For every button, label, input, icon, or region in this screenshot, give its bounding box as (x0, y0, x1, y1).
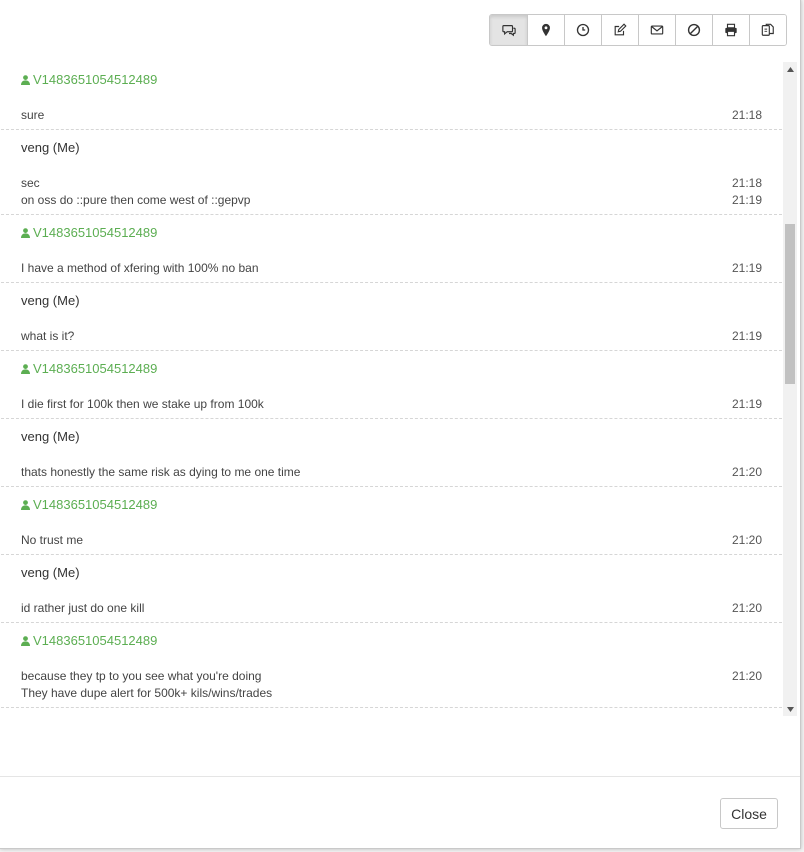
message-time: 21:19 (731, 192, 762, 207)
chat-log-modal: V1483651054512489 sure 21:18 veng (Me) sec 21… (0, 0, 801, 849)
sender-label: V1483651054512489 (33, 497, 158, 512)
triangle-up-icon (786, 66, 794, 72)
sender-label: V1483651054512489 (33, 72, 158, 87)
user-icon (21, 74, 33, 85)
message-time: 21:20 (731, 464, 762, 479)
sender-name-me: veng (Me) (21, 555, 762, 581)
sender-name-me: veng (Me) (21, 419, 762, 445)
message-group: V1483651054512489 sure 21:18 (1, 62, 782, 130)
message-group: V1483651054512489 I die first for 100k th… (1, 351, 782, 419)
message-text: sec (21, 175, 40, 190)
close-button[interactable]: Close (720, 798, 778, 829)
message-line: They have dupe alert for 500k+ kils/wins… (21, 684, 762, 701)
message-group: V1483651054512489 because they tp to you … (1, 623, 782, 708)
envelope-icon (650, 25, 664, 35)
message-text: thats honestly the same risk as dying to… (21, 464, 301, 479)
message-group: V1483651054512489 No trust me 21:20 (1, 487, 782, 555)
sender-label: V1483651054512489 (33, 633, 158, 648)
message-group: veng (Me) thats honestly the same risk as… (1, 419, 782, 487)
message-button[interactable] (638, 15, 675, 45)
message-group: V1483651054512489 I have a method of xfer… (1, 215, 782, 283)
scroll-down-arrow[interactable] (783, 702, 797, 716)
message-line: sure 21:18 (21, 106, 762, 123)
message-time: 21:20 (731, 668, 762, 683)
message-text: I have a method of xfering with 100% no … (21, 260, 259, 275)
sender-name-other: V1483651054512489 (21, 351, 762, 377)
sender-label: veng (Me) (21, 429, 80, 444)
message-group: veng (Me)ok21:20 (1, 708, 782, 716)
message-text: I die first for 100k then we stake up fr… (21, 396, 264, 411)
print-button[interactable] (712, 15, 749, 45)
message-group: veng (Me) id rather just do one kill 21:20 (1, 555, 782, 623)
chat-icon (501, 25, 516, 37)
sender-name-me: veng (Me) (21, 283, 762, 309)
chat-scrollbar[interactable] (783, 62, 797, 716)
message-time: 21:18 (731, 175, 762, 190)
edit-icon (614, 23, 627, 36)
history-button[interactable] (564, 15, 601, 45)
message-line: on oss do ::pure then come west of ::gep… (21, 191, 762, 208)
ban-icon (687, 23, 701, 37)
scroll-up-arrow[interactable] (783, 62, 797, 76)
sender-name-other: V1483651054512489 (21, 62, 762, 88)
sender-label: veng (Me) (21, 140, 80, 155)
print-icon (725, 23, 737, 37)
triangle-down-icon (786, 706, 794, 712)
message-time: 21:19 (731, 260, 762, 275)
sender-label: veng (Me) (21, 293, 80, 308)
user-icon (21, 363, 33, 374)
sender-name-other: V1483651054512489 (21, 623, 762, 649)
sender-label: V1483651054512489 (33, 225, 158, 240)
chat-view-button[interactable] (490, 15, 527, 45)
message-text: on oss do ::pure then come west of ::gep… (21, 192, 251, 207)
message-text: sure (21, 107, 45, 122)
sender-name-me: veng (Me) (21, 708, 762, 716)
location-button[interactable] (527, 15, 564, 45)
sender-name-me: veng (Me) (21, 130, 762, 156)
user-icon (21, 499, 33, 510)
map-marker-icon (542, 23, 550, 37)
copy-button[interactable] (749, 15, 786, 45)
scrollbar-thumb[interactable] (785, 224, 795, 384)
message-text: because they tp to you see what you're d… (21, 668, 262, 683)
user-icon (21, 227, 33, 238)
sender-label: veng (Me) (21, 565, 80, 580)
message-line: I have a method of xfering with 100% no … (21, 259, 762, 276)
message-group: veng (Me)sec 21:18on oss do ::pure then c… (1, 130, 782, 215)
message-line: because they tp to you see what you're d… (21, 667, 762, 684)
message-group: veng (Me) what is it? 21:19 (1, 283, 782, 351)
chat-toolbar (489, 14, 787, 46)
message-time: 21:18 (731, 107, 762, 122)
message-line: id rather just do one kill 21:20 (21, 599, 762, 616)
message-time: 21:20 (731, 600, 762, 615)
sender-name-other: V1483651054512489 (21, 215, 762, 241)
copy-icon (761, 23, 774, 36)
message-text: id rather just do one kill (21, 600, 145, 615)
edit-button[interactable] (601, 15, 638, 45)
message-time: 21:19 (731, 396, 762, 411)
message-line: I die first for 100k then we stake up fr… (21, 395, 762, 412)
message-time: 21:19 (731, 328, 762, 343)
message-line: what is it? 21:19 (21, 327, 762, 344)
message-text: They have dupe alert for 500k+ kils/wins… (21, 685, 273, 700)
message-time: 21:20 (731, 532, 762, 547)
message-line: sec 21:18 (21, 174, 762, 191)
message-line: No trust me 21:20 (21, 531, 762, 548)
modal-footer: Close (0, 776, 800, 849)
message-text: what is it? (21, 328, 75, 343)
clock-icon (576, 23, 590, 37)
sender-label: V1483651054512489 (33, 361, 158, 376)
message-line: thats honestly the same risk as dying to… (21, 463, 762, 480)
sender-name-other: V1483651054512489 (21, 487, 762, 513)
chat-message-list[interactable]: V1483651054512489 sure 21:18 veng (Me) sec 21… (1, 62, 782, 716)
message-text: No trust me (21, 532, 84, 547)
user-icon (21, 635, 33, 646)
block-button[interactable] (675, 15, 712, 45)
